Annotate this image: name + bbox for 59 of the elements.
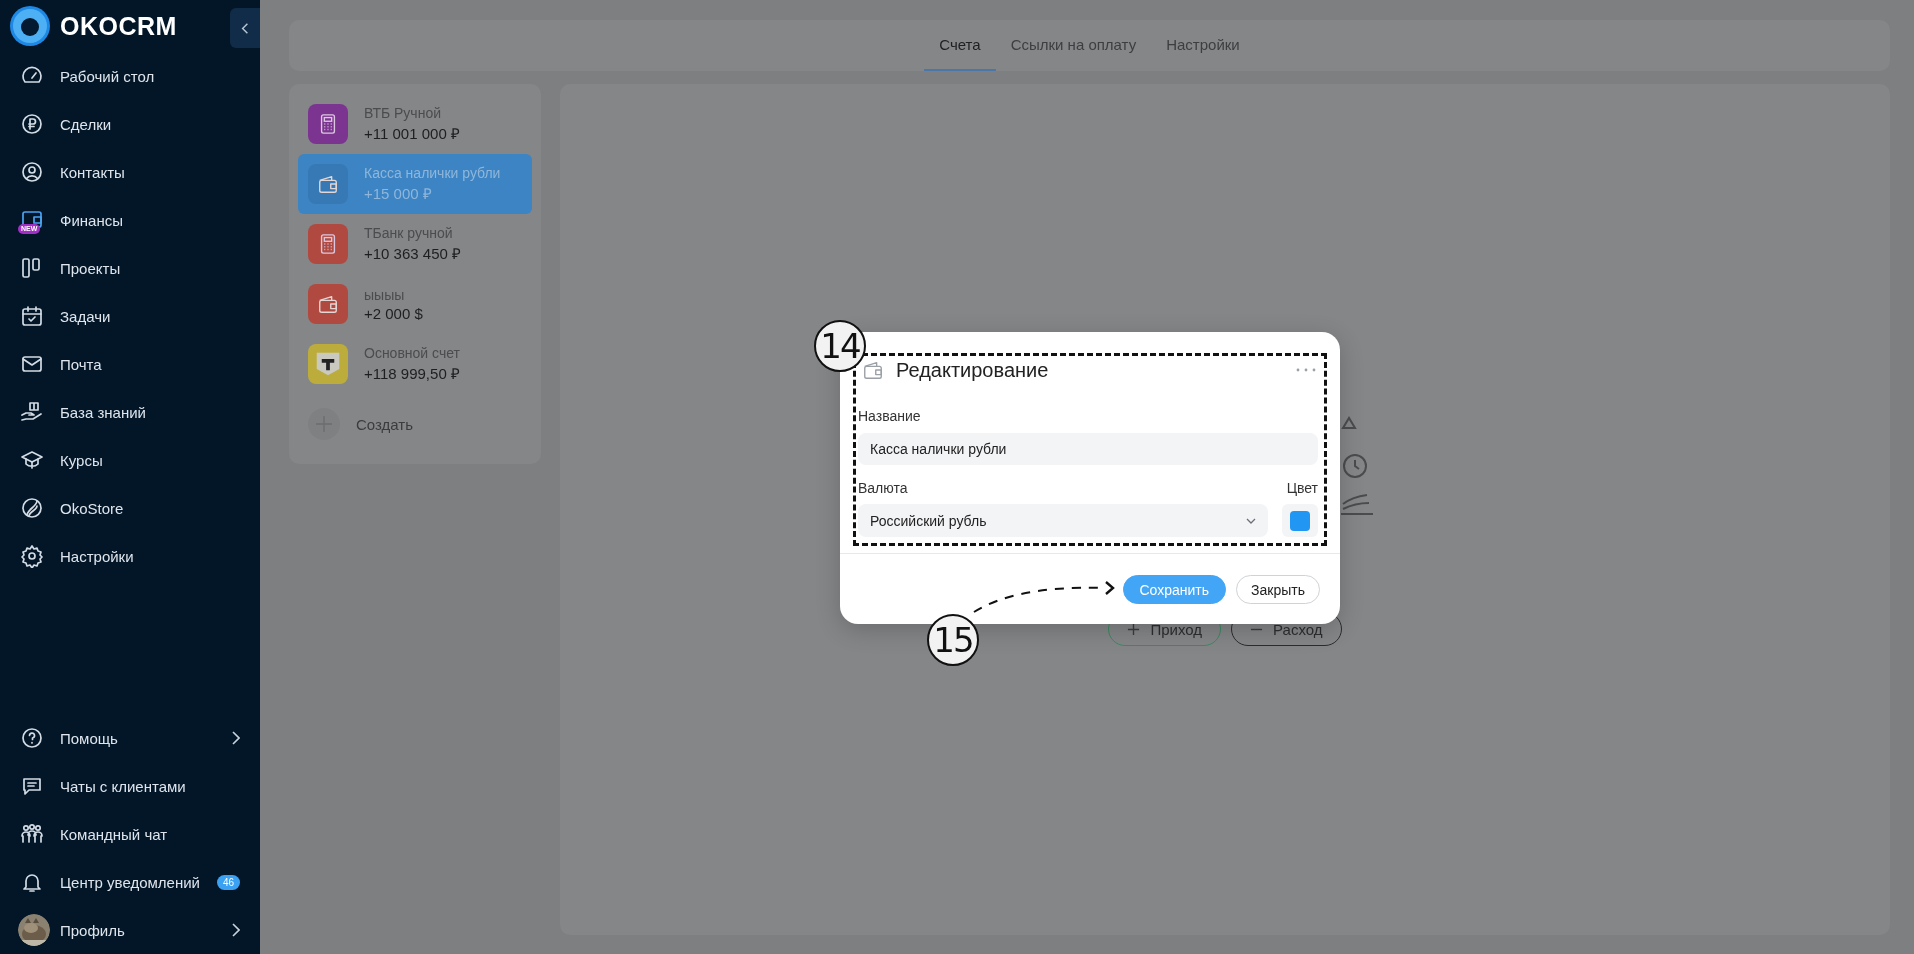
logo-icon (10, 6, 50, 46)
account-amount: +10 363 450 ₽ (364, 244, 461, 263)
nav-item[interactable]: Курсы (0, 436, 260, 484)
nav-item[interactable]: Проекты (0, 244, 260, 292)
field-label: Название (858, 408, 922, 424)
account-item[interactable]: ТБанк ручной +10 363 450 ₽ (298, 214, 532, 274)
nav-item[interactable]: Профиль (0, 906, 260, 954)
sphere-icon (20, 496, 44, 520)
hand-book-icon (20, 400, 44, 424)
notification-count: 46 (216, 874, 240, 890)
account-item[interactable]: ВТБ Ручной +11 001 000 ₽ (298, 94, 532, 154)
graduation-cap-icon (20, 448, 44, 472)
nav-item[interactable]: Центр уведомлений 46 (0, 858, 260, 906)
nav-item[interactable]: База знаний (0, 388, 260, 436)
account-name: ыыыы (364, 286, 406, 303)
nav-item[interactable]: Помощь (0, 714, 260, 762)
nav-item[interactable]: Чаты с клиентами (0, 762, 260, 810)
account-name: ТБанк ручной (364, 225, 454, 241)
account-amount: +11 001 000 ₽ (364, 124, 460, 143)
account-name: Касса налички рубли (364, 165, 501, 181)
caret-icon (1246, 517, 1256, 524)
tab[interactable]: Счета (924, 20, 996, 71)
plus-icon (308, 408, 340, 440)
logo-text: OKOCRM (60, 11, 177, 41)
account-amount: +118 999,50 ₽ (364, 364, 460, 383)
settings-icon (20, 544, 44, 568)
color-picker[interactable] (1282, 504, 1318, 537)
nav-item[interactable]: Настройки (0, 532, 260, 580)
nav-item[interactable]: Контакты (0, 148, 260, 196)
account-name: ВТБ Ручной (364, 105, 442, 121)
account-amount: +2 000 $ (364, 304, 423, 322)
field-label: Валюта (858, 480, 908, 496)
more-icon[interactable] (1296, 368, 1316, 372)
close-button[interactable]: Закрыть (1236, 575, 1320, 604)
field-label: Цвет (1286, 480, 1318, 496)
nav-item[interactable]: Рабочий стол (0, 52, 260, 100)
calendar-icon (20, 304, 44, 328)
account-item[interactable]: ыыыы +2 000 $ (298, 274, 532, 334)
nav-item[interactable]: Командный чат (0, 810, 260, 858)
ruble-icon (20, 112, 44, 136)
user-icon (20, 160, 44, 184)
nav-item[interactable]: Задачи (0, 292, 260, 340)
account-amount: +15 000 ₽ (364, 184, 433, 203)
help-icon (20, 726, 44, 750)
currency-select[interactable]: Российский рубль (858, 504, 1268, 537)
nav-item[interactable]: Сделки (0, 100, 260, 148)
name-field[interactable]: Касса налички рубли (858, 433, 1318, 465)
plus-icon (1127, 622, 1141, 636)
chevron-icon (232, 923, 240, 937)
nav-item[interactable]: Почта (0, 340, 260, 388)
dialog-title: Редактирование (896, 358, 1049, 382)
account-item[interactable]: Основной счет +118 999,50 ₽ (298, 334, 532, 394)
chevron-icon (232, 731, 240, 745)
account-name: Основной счет (364, 345, 460, 361)
chevron-left-icon (241, 21, 249, 35)
wallet-icon (862, 359, 884, 381)
collapse-button[interactable] (230, 8, 260, 48)
nav-item[interactable]: OkoStore (0, 484, 260, 532)
team-icon (20, 822, 44, 846)
